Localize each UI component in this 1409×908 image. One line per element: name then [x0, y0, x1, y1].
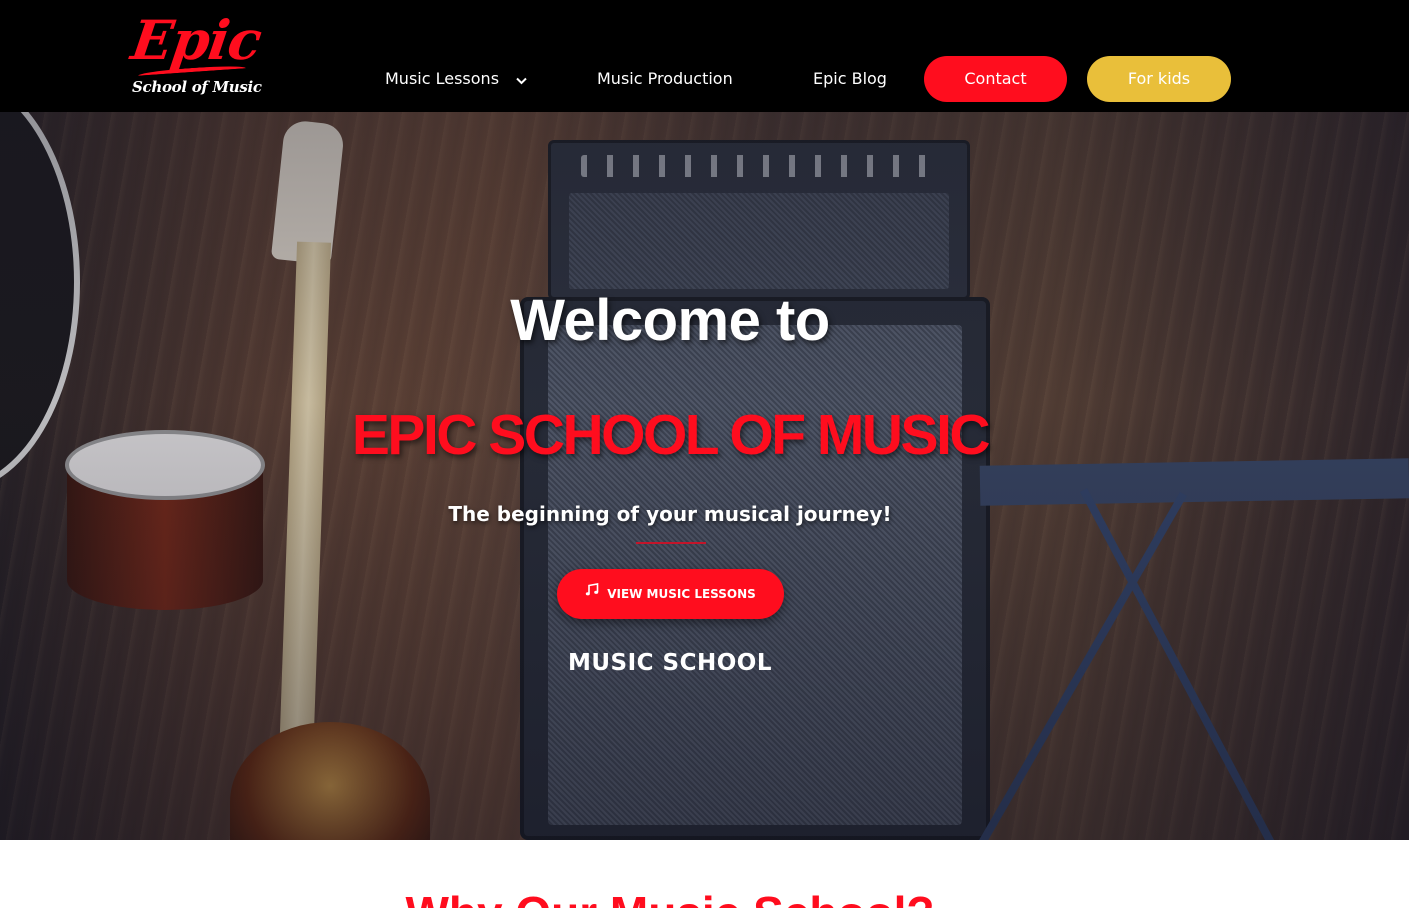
contact-button[interactable]: Contact [924, 56, 1067, 102]
nav-music-production[interactable]: Music Production [597, 56, 733, 102]
hero-section: Welcome to EPIC SCHOOL OF MUSIC The begi… [0, 112, 1409, 840]
logo-word: Epic [127, 8, 265, 72]
logo-subtitle: School of Music [132, 78, 262, 96]
site-header: Epic School of Music Music Lessons Music… [0, 0, 1409, 112]
view-music-lessons-button[interactable]: VIEW MUSIC LESSONS [557, 569, 784, 619]
view-music-lessons-label: VIEW MUSIC LESSONS [607, 587, 756, 601]
hero-tagline: The beginning of your musical journey! [448, 502, 892, 526]
hero-divider [636, 542, 706, 544]
section-title: Why Our Music School? [0, 890, 1340, 908]
music-note-icon [585, 568, 599, 618]
nav-epic-blog[interactable]: Epic Blog [813, 56, 887, 102]
for-kids-button[interactable]: For kids [1087, 56, 1231, 102]
hero-subtitle: MUSIC SCHOOL [567, 650, 773, 676]
hero-overlay [0, 112, 1409, 840]
chevron-down-icon[interactable] [516, 57, 527, 103]
logo[interactable]: Epic School of Music [128, 8, 265, 104]
hero-school-name: EPIC SCHOOL OF MUSIC [351, 403, 991, 467]
hero-title: Welcome to [510, 288, 830, 353]
nav-music-lessons-label: Music Lessons [385, 69, 500, 88]
nav-music-lessons[interactable]: Music Lessons [385, 56, 527, 102]
